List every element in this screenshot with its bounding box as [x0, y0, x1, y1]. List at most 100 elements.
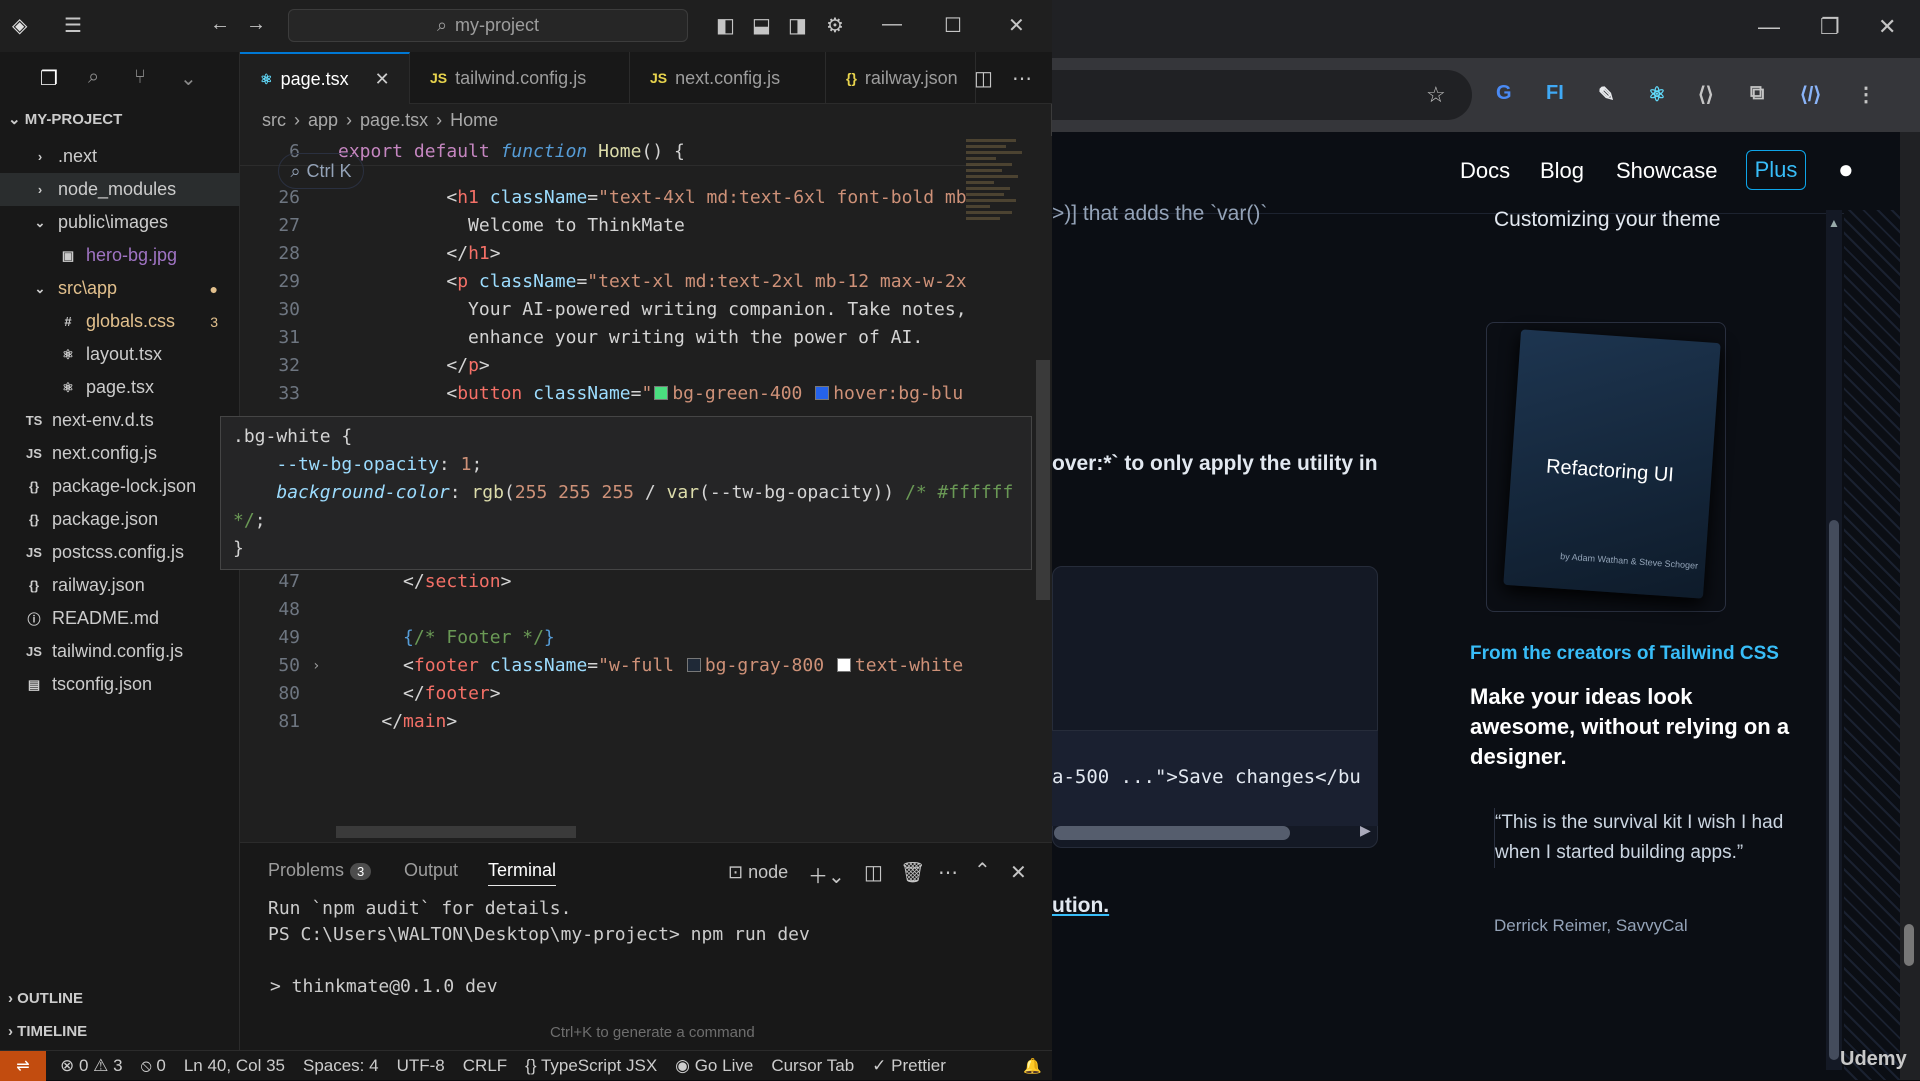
explorer-item[interactable]: ⚛ page.tsx	[0, 371, 240, 404]
terminal-shell-selector[interactable]: ⊡ node	[728, 862, 788, 883]
explorer-icon[interactable]: ❐	[40, 66, 58, 91]
code-line[interactable]: 80 </footer>	[240, 680, 980, 708]
code-line[interactable]: 32 </p>	[240, 352, 980, 380]
code-line[interactable]: 28 </h1>	[240, 240, 980, 268]
editor-scrollbar[interactable]	[1036, 360, 1050, 600]
code-line[interactable]: 31 enhance your writing with the power o…	[240, 324, 980, 352]
status-item[interactable]: CRLF	[463, 1056, 507, 1076]
github-icon[interactable]: ●	[1838, 154, 1854, 185]
translate-extension-icon[interactable]: G	[1496, 82, 1512, 105]
status-item[interactable]: ⦸ 0	[141, 1056, 166, 1076]
search-view-icon[interactable]: ⌕	[88, 66, 99, 89]
minimize-icon[interactable]: —	[1758, 14, 1780, 40]
more-actions-icon[interactable]: ⋯	[938, 860, 958, 885]
close-window-icon[interactable]: ✕	[1008, 13, 1025, 38]
code-line[interactable]: 30 Your AI-powered writing companion. Ta…	[240, 296, 980, 324]
status-item[interactable]: Cursor Tab	[771, 1056, 854, 1076]
code-line[interactable]: 50 › <footer className="w-full bg-gray-80…	[240, 652, 980, 680]
minimap[interactable]	[966, 136, 1036, 240]
maximize-panel-icon[interactable]: ⌃	[974, 858, 991, 883]
status-item[interactable]: Ln 40, Col 35	[184, 1056, 285, 1076]
explorer-item[interactable]: ⌄ public\images	[0, 206, 240, 239]
panel-tab-terminal[interactable]: Terminal	[488, 860, 557, 886]
browser-scrollbar-thumb[interactable]	[1904, 924, 1914, 966]
nav-plus[interactable]: Plus	[1746, 150, 1806, 190]
explorer-item[interactable]: ▣ hero-bg.jpg	[0, 239, 240, 272]
close-tab-icon[interactable]: ✕	[375, 69, 390, 90]
explorer-item[interactable]: ▤ tsconfig.json	[0, 668, 240, 701]
explorer-item[interactable]: JS next.config.js	[0, 437, 240, 470]
explorer-item[interactable]: {} package-lock.json	[0, 470, 240, 503]
explorer-project-title[interactable]: ⌄ MY-PROJECT	[8, 110, 122, 128]
code-line[interactable]: 27 Welcome to ThinkMate	[240, 212, 980, 240]
command-center-search[interactable]: ⌕ my-project	[288, 9, 688, 42]
eyedropper-extension-icon[interactable]: ✎	[1598, 82, 1615, 107]
split-editor-icon[interactable]: ◫	[974, 66, 993, 91]
code-line[interactable]: 49 {/* Footer */}	[240, 624, 980, 652]
code-extension-icon[interactable]: ⟨⟩	[1698, 82, 1714, 107]
explorer-item[interactable]: ⌄ src\app ●	[0, 272, 240, 305]
nav-docs[interactable]: Docs	[1460, 158, 1510, 184]
remote-indicator-icon[interactable]: ⇌	[0, 1050, 46, 1081]
panel-tab-problems[interactable]: Problems 3	[268, 860, 372, 881]
nav-showcase[interactable]: Showcase	[1616, 158, 1718, 184]
editor-horizontal-scrollbar[interactable]	[336, 826, 576, 838]
browser-menu-icon[interactable]: ⋮	[1856, 82, 1876, 107]
docs-search-button[interactable]: ⌕ Ctrl K	[278, 153, 364, 189]
code-line[interactable]: 81 </main>	[240, 708, 980, 736]
restore-icon[interactable]: ❐	[1820, 14, 1840, 40]
back-arrow-icon[interactable]: ←	[210, 13, 230, 36]
explorer-item[interactable]: # globals.css 3	[0, 305, 240, 338]
explorer-item[interactable]: {} railway.json	[0, 569, 240, 602]
code-line[interactable]: 33 <button className=" bg-green-400 hover…	[240, 380, 980, 408]
close-window-icon[interactable]: ✕	[1878, 14, 1896, 40]
menu-icon[interactable]: ☰	[64, 13, 82, 38]
fi-extension-icon[interactable]: FI	[1546, 82, 1564, 105]
panel-tab-output[interactable]: Output	[404, 860, 458, 881]
source-control-icon[interactable]: ⑂	[134, 66, 146, 89]
explorer-item[interactable]: ⚛ layout.tsx	[0, 338, 240, 371]
code-view-icon[interactable]: ⟨/⟩	[1800, 82, 1821, 107]
react-devtools-icon[interactable]: ⚛	[1648, 82, 1666, 107]
status-item[interactable]: ◉ Go Live	[675, 1056, 753, 1076]
toggle-secondary-sidebar-icon[interactable]: ◨	[788, 13, 807, 38]
close-panel-icon[interactable]: ✕	[1010, 860, 1027, 885]
explorer-item[interactable]: › node_modules	[0, 173, 240, 206]
settings-gear-icon[interactable]: ⚙	[826, 13, 844, 38]
chevron-down-icon[interactable]: ⌄	[180, 66, 197, 91]
code-line[interactable]: 47 </section>	[240, 568, 980, 596]
extensions-puzzle-icon[interactable]: ⧉	[1750, 82, 1764, 105]
maximize-icon[interactable]: ☐	[944, 13, 962, 38]
code-line[interactable]: 29 <p className="text-xl md:text-2xl mb-…	[240, 268, 980, 296]
trash-icon[interactable]: 🗑	[900, 860, 925, 885]
bookmark-star-icon[interactable]: ☆	[1426, 82, 1446, 108]
page-scrollbar-thumb[interactable]	[1829, 520, 1839, 1060]
outline-section[interactable]: › OUTLINE	[8, 990, 83, 1007]
explorer-item[interactable]: JS postcss.config.js	[0, 536, 240, 569]
breadcrumb-item[interactable]: src	[262, 110, 286, 131]
tab-railway-json[interactable]: {} railway.json	[826, 52, 976, 104]
toggle-sidebar-icon[interactable]: ◧	[716, 13, 735, 38]
status-item[interactable]: Spaces: 4	[303, 1056, 379, 1076]
explorer-item[interactable]: {} package.json	[0, 503, 240, 536]
code-scrollbar-thumb[interactable]	[1054, 826, 1290, 840]
timeline-section[interactable]: › TIMELINE	[8, 1023, 87, 1040]
breadcrumb-item[interactable]: app	[308, 110, 338, 131]
status-item[interactable]: UTF-8	[397, 1056, 445, 1076]
scroll-up-icon[interactable]: ▲	[1828, 216, 1840, 230]
explorer-item[interactable]: › .next	[0, 140, 240, 173]
scroll-right-icon[interactable]: ▶	[1360, 822, 1371, 839]
toggle-panel-icon[interactable]: ⬓	[752, 13, 771, 38]
explorer-item[interactable]: ⓘ README.md	[0, 602, 240, 635]
notifications-bell-icon[interactable]: 🔔	[1023, 1057, 1042, 1075]
breadcrumb-item[interactable]: page.tsx	[360, 110, 428, 131]
explorer-item[interactable]: JS tailwind.config.js	[0, 635, 240, 668]
code-line[interactable]: 48	[240, 596, 980, 624]
sidebar-heading-customizing[interactable]: Customizing your theme	[1494, 208, 1720, 232]
nav-blog[interactable]: Blog	[1540, 158, 1584, 184]
status-item[interactable]: {} TypeScript JSX	[525, 1056, 657, 1076]
explorer-item[interactable]: TS next-env.d.ts	[0, 404, 240, 437]
status-item[interactable]: ⊗ 0 ⚠ 3	[60, 1056, 123, 1076]
tab-page-tsx[interactable]: ⚛ page.tsx ✕	[240, 52, 410, 104]
breadcrumb-item[interactable]: Home	[450, 110, 498, 131]
